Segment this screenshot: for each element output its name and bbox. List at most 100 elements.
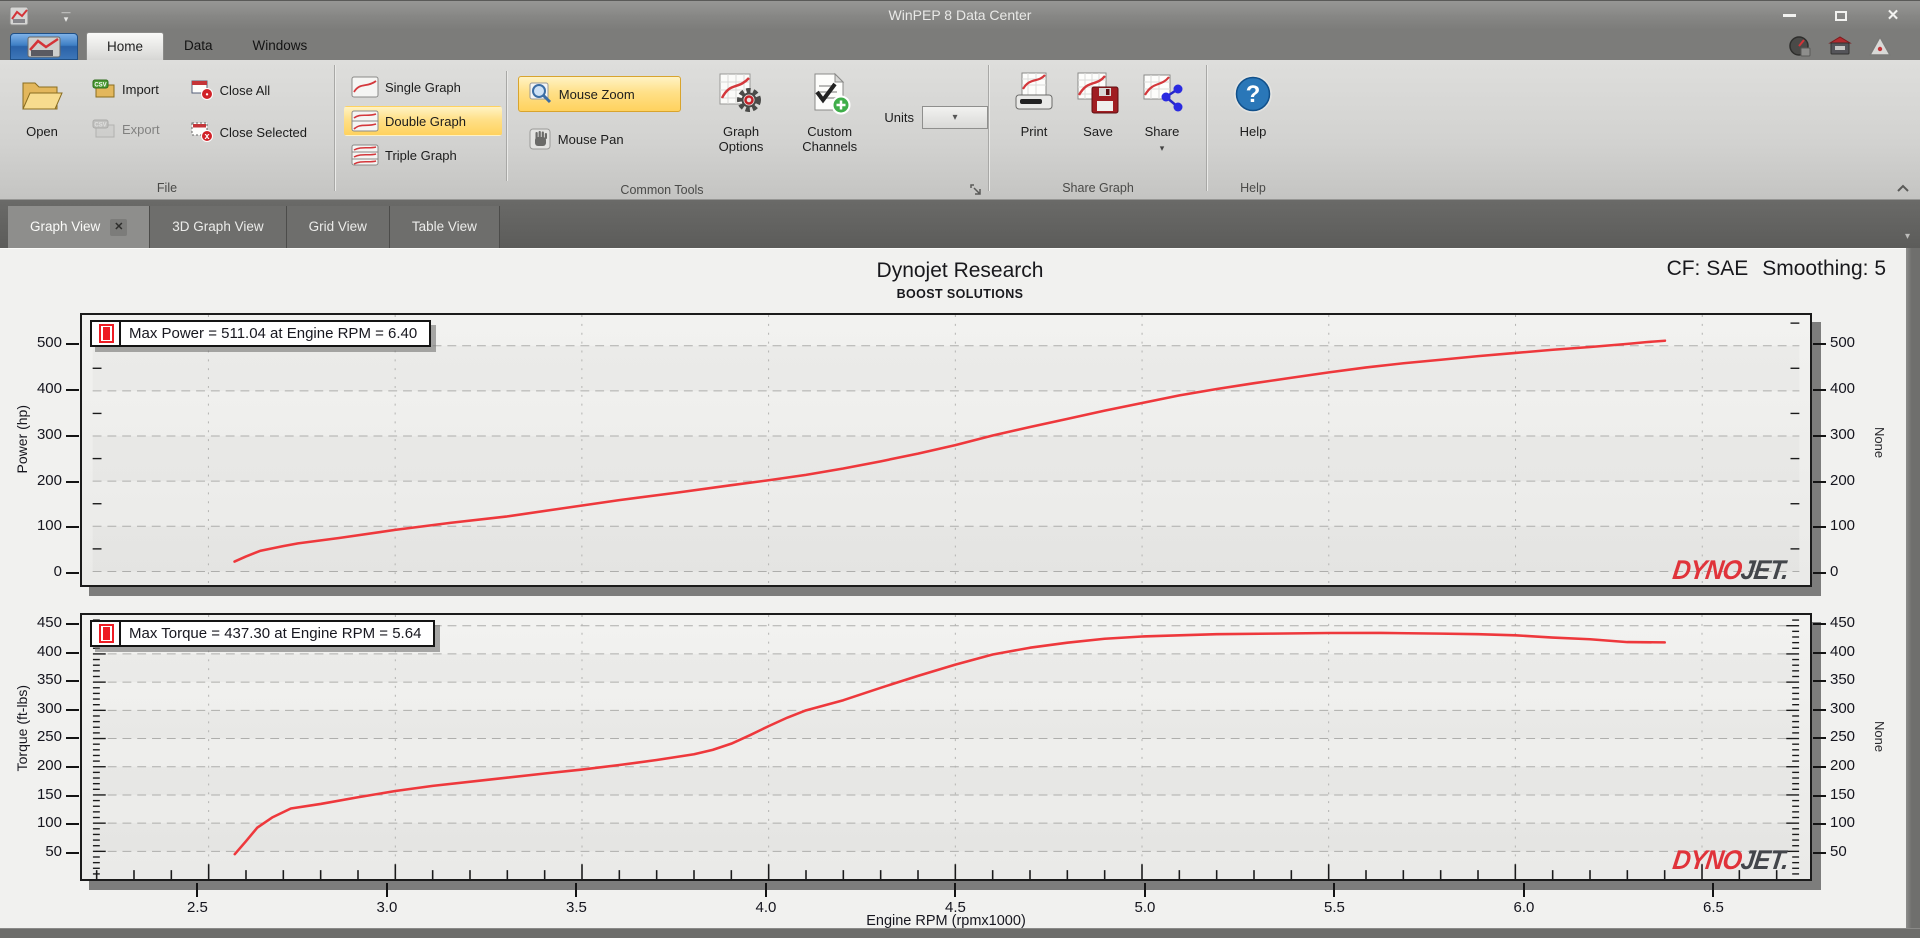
y-tick-mark [66, 851, 79, 854]
open-label: Open [26, 124, 58, 139]
y-tick-label: 400 [1830, 642, 1856, 660]
mouse-pan-icon [529, 128, 551, 150]
y-tick-label: 350 [36, 671, 62, 689]
tab-table-view-label: Table View [411, 219, 477, 234]
close-tab-icon[interactable]: ✕ [110, 218, 128, 236]
export-button[interactable]: CSV Export [86, 116, 166, 142]
import-button[interactable]: CSV Import [86, 76, 166, 102]
mouse-zoom-button[interactable]: Mouse Zoom [517, 76, 682, 112]
close-all-icon: • [191, 80, 213, 100]
close-selected-button[interactable]: x Close Selected [184, 118, 313, 146]
triple-graph-button[interactable]: Triple Graph [344, 140, 502, 170]
graph-options-icon [718, 68, 764, 120]
smoothing-value: Smoothing: 5 [1762, 257, 1886, 280]
help-button[interactable]: ? Help [1226, 66, 1280, 141]
application-menu-button[interactable] [10, 33, 78, 60]
close-all-label: Close All [219, 82, 271, 98]
graph-options-label: Graph Options [718, 124, 764, 154]
dyno-device-icon[interactable] [1828, 34, 1852, 58]
power-chart-plot[interactable] [80, 313, 1812, 587]
y-tick-mark [1813, 766, 1826, 769]
y-tick-label: 250 [36, 728, 62, 746]
y-tick-label: 450 [1830, 613, 1856, 631]
tab-graph-view[interactable]: Graph View ✕ [8, 206, 151, 248]
mouse-pan-button[interactable]: Mouse Pan [518, 122, 681, 156]
y-tick-label: 200 [1830, 471, 1856, 489]
graph-options-button[interactable]: Graph Options [701, 66, 781, 156]
y-tick-mark [66, 343, 79, 346]
winpep-window: — ▾ WinPEP 8 Data Center ✕ Home Data Wind… [0, 0, 1920, 938]
save-button[interactable]: Save [1070, 66, 1126, 141]
dialog-launcher-icon[interactable] [970, 184, 982, 196]
maximize-button[interactable] [1832, 8, 1850, 23]
tab-grid-view[interactable]: Grid View [286, 206, 390, 248]
y-tick-label: 100 [36, 814, 62, 832]
y-tick-mark [66, 708, 79, 711]
tab-3d-graph-view-label: 3D Graph View [172, 219, 264, 234]
graph-view-panel: Dynojet Research BOOST SOLUTIONS CF: SAE… [0, 248, 1920, 929]
y-tick-mark [66, 388, 79, 391]
y-tick-label: 100 [1830, 814, 1856, 832]
single-graph-button[interactable]: Single Graph [344, 72, 502, 102]
tab-overflow-icon[interactable]: ▾ [1905, 231, 1910, 242]
minimize-button[interactable] [1780, 8, 1798, 23]
minimize-icon [1782, 14, 1796, 17]
y-tick-mark [66, 572, 79, 575]
share-dropdown-icon[interactable]: ▾ [1160, 141, 1165, 156]
open-button[interactable]: Open [14, 66, 70, 141]
double-graph-button[interactable]: Double Graph [344, 106, 502, 136]
tab-table-view[interactable]: Table View [389, 206, 500, 248]
y-tick-mark [1813, 480, 1826, 483]
power-legend-text: Max Power = 511.04 at Engine RPM = 6.40 [129, 325, 418, 342]
import-csv-icon: CSV [92, 79, 115, 98]
torque-series-swatch [103, 627, 110, 640]
y-tick-mark [66, 434, 79, 437]
close-all-button[interactable]: • Close All [184, 76, 313, 104]
ribbon-tab-data[interactable]: Data [164, 32, 233, 60]
y-tick-mark [1813, 794, 1826, 797]
y-tick-mark [1813, 651, 1826, 654]
y-tick-mark [1813, 526, 1826, 529]
power-legend: Max Power = 511.04 at Engine RPM = 6.40 [90, 320, 432, 347]
triple-graph-icon [351, 144, 379, 166]
share-graph-group-label: Share Graph [1062, 181, 1134, 195]
y-tick-mark [1813, 388, 1826, 391]
print-button[interactable]: Print [1006, 66, 1062, 141]
single-graph-icon [351, 76, 379, 98]
y-tick-mark [66, 794, 79, 797]
chart-subtitle: BOOST SOLUTIONS [896, 287, 1024, 301]
units-dropdown[interactable]: ▾ [922, 106, 988, 129]
ribbon-tab-home[interactable]: Home [86, 32, 165, 60]
y-tick-mark [1813, 434, 1826, 437]
units-label: Units [884, 110, 914, 125]
ribbon-tab-windows[interactable]: Windows [233, 32, 328, 60]
y-tick-label: 350 [1830, 671, 1856, 689]
svg-text:•: • [205, 90, 208, 99]
svg-text:x: x [204, 131, 209, 141]
window-frame-right [1906, 248, 1920, 928]
close-selected-label: Close Selected [219, 124, 308, 140]
dynojet-logo: DYNOJET. [1670, 555, 1791, 585]
gauge-icon[interactable] [1788, 34, 1812, 58]
legend-key [92, 622, 121, 645]
close-button[interactable]: ✕ [1884, 8, 1902, 23]
share-button[interactable]: Share ▾ [1134, 66, 1190, 158]
ribbon-group-help: ? Help Help [1208, 60, 1298, 199]
tab-grid-view-label: Grid View [308, 219, 367, 234]
y-tick-mark [66, 737, 79, 740]
y-tick-mark [1813, 572, 1826, 575]
torque-chart-plot[interactable] [80, 613, 1812, 881]
print-label: Print [1020, 124, 1048, 139]
y-tick-label: 50 [45, 842, 62, 860]
y-tick-label: 50 [1830, 842, 1847, 860]
tab-3d-graph-view[interactable]: 3D Graph View [150, 206, 287, 248]
y-tick-mark [66, 651, 79, 654]
help-label: Help [1239, 124, 1267, 139]
ribbon-group-share-graph: Print Save Share ▾ Share Graph [990, 60, 1206, 199]
collapse-ribbon-icon[interactable] [1896, 183, 1910, 195]
x-tick-mark [196, 883, 199, 897]
warning-triangle-icon[interactable] [1868, 34, 1892, 58]
y-tick-mark [1813, 823, 1826, 826]
custom-channels-button[interactable]: Custom Channels [787, 66, 872, 156]
y-tick-label: 450 [36, 613, 62, 631]
